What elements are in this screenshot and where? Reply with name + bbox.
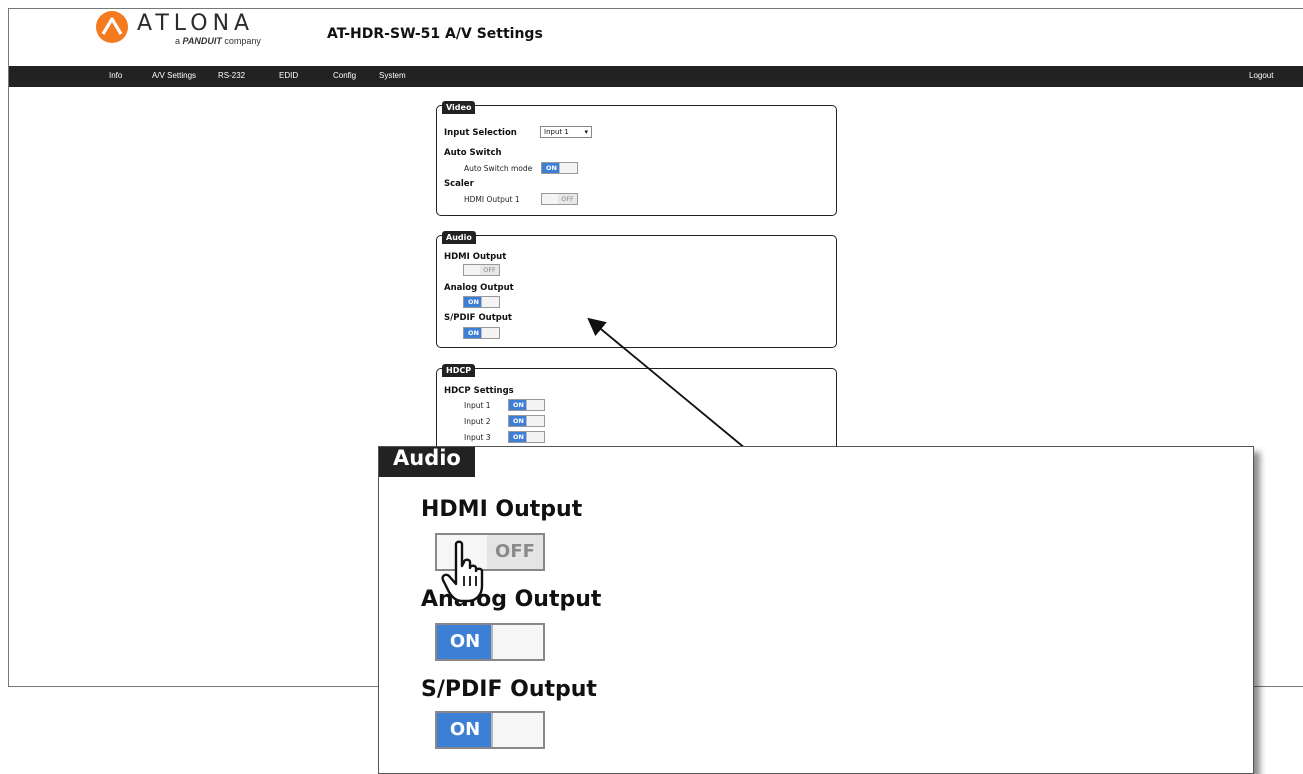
hdmi-output1-scaler-toggle[interactable]: OFF xyxy=(541,193,578,205)
scaler-label: Scaler xyxy=(444,179,474,189)
zoom-spdif-output-label: S/PDIF Output xyxy=(421,677,597,702)
zoom-hdmi-output-label: HDMI Output xyxy=(421,497,583,522)
analog-output-toggle[interactable]: ON xyxy=(463,296,500,308)
nav-bar: Info A/V Settings RS-232 EDID Config Sys… xyxy=(9,66,1303,87)
nav-item-rs232[interactable]: RS-232 xyxy=(218,71,245,80)
toggle-knob xyxy=(491,713,543,747)
logo-tagline: a PANDUIT company xyxy=(175,36,261,46)
nav-item-info[interactable]: Info xyxy=(109,71,122,80)
toggle-state: ON xyxy=(437,713,493,747)
atlona-logo: ATLONA a PANDUIT company xyxy=(95,10,265,50)
atlona-logo-icon xyxy=(96,11,128,43)
spdif-output-toggle[interactable]: ON xyxy=(463,327,500,339)
nav-item-config[interactable]: Config xyxy=(333,71,356,80)
hdcp-input3-toggle[interactable]: ON xyxy=(508,431,545,443)
nav-item-edid[interactable]: EDID xyxy=(279,71,298,80)
auto-switch-mode-label: Auto Switch mode xyxy=(464,164,533,173)
spdif-output-label: S/PDIF Output xyxy=(444,313,512,323)
audio-panel-title: Audio xyxy=(442,231,476,244)
toggle-state: OFF xyxy=(558,194,577,204)
video-panel-title: Video xyxy=(442,101,476,114)
input-selection-select[interactable]: Input 1 ▾ xyxy=(540,126,592,138)
toggle-knob xyxy=(481,328,499,338)
analog-output-label: Analog Output xyxy=(444,283,514,293)
hdcp-input3-label: Input 3 xyxy=(464,433,491,442)
toggle-state: ON xyxy=(437,625,493,659)
toggle-knob xyxy=(526,400,544,410)
zoom-callout: Audio HDMI Output OFF Analog Output ON S… xyxy=(378,446,1254,774)
logo-wordmark: ATLONA xyxy=(137,11,255,36)
toggle-state: OFF xyxy=(480,265,499,275)
chevron-down-icon: ▾ xyxy=(584,128,588,136)
input-selection-label: Input Selection xyxy=(444,128,517,138)
input-selection-value: Input 1 xyxy=(544,128,569,136)
zoom-spdif-output-toggle[interactable]: ON xyxy=(435,711,545,749)
hdcp-settings-label: HDCP Settings xyxy=(444,386,514,396)
hdmi-output1-label: HDMI Output 1 xyxy=(464,195,520,204)
zoom-audio-title: Audio xyxy=(379,447,475,477)
zoom-analog-output-toggle[interactable]: ON xyxy=(435,623,545,661)
hdcp-input2-toggle[interactable]: ON xyxy=(508,415,545,427)
nav-item-av-settings[interactable]: A/V Settings xyxy=(152,71,196,80)
hdcp-input2-label: Input 2 xyxy=(464,417,491,426)
page-title: AT-HDR-SW-51 A/V Settings xyxy=(327,26,543,42)
toggle-knob xyxy=(526,432,544,442)
toggle-knob xyxy=(481,297,499,307)
hand-cursor-icon xyxy=(441,540,484,603)
hdcp-input1-label: Input 1 xyxy=(464,401,491,410)
hdcp-panel-title: HDCP xyxy=(442,364,476,377)
auto-switch-label: Auto Switch xyxy=(444,148,502,158)
hdmi-output-label: HDMI Output xyxy=(444,252,507,262)
toggle-knob xyxy=(491,625,543,659)
toggle-knob xyxy=(526,416,544,426)
nav-item-system[interactable]: System xyxy=(379,71,406,80)
logout-link[interactable]: Logout xyxy=(1249,71,1273,80)
auto-switch-mode-toggle[interactable]: ON xyxy=(541,162,578,174)
toggle-knob xyxy=(559,163,577,173)
hdmi-output-toggle[interactable]: OFF xyxy=(463,264,500,276)
hdcp-input1-toggle[interactable]: ON xyxy=(508,399,545,411)
